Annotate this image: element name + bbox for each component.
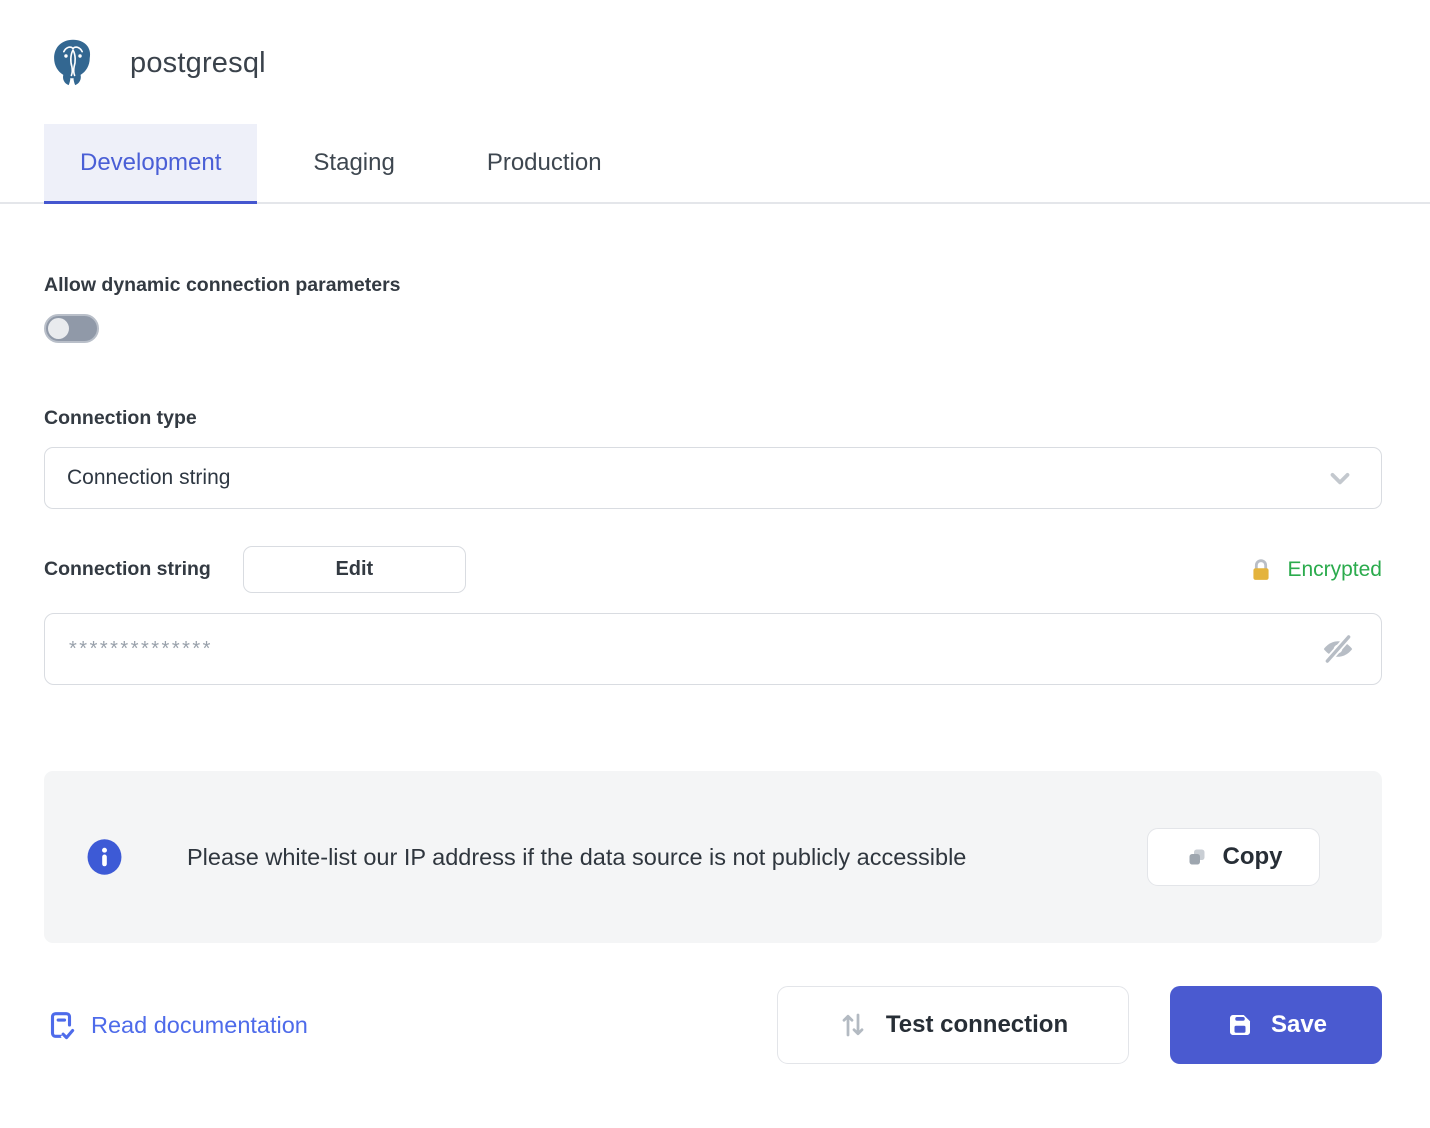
test-connection-label: Test connection [886, 1011, 1068, 1039]
dynamic-params-toggle[interactable] [44, 314, 99, 343]
arrows-up-down-icon [838, 1010, 868, 1040]
encrypted-badge: Encrypted [1247, 556, 1382, 584]
page-title: postgresql [130, 47, 266, 80]
tab-development[interactable]: Development [44, 124, 257, 204]
read-documentation-label: Read documentation [91, 1012, 308, 1039]
masked-value: ************** [69, 638, 213, 661]
floppy-disk-icon [1225, 1010, 1255, 1040]
copy-ip-button[interactable]: Copy [1147, 828, 1320, 886]
dynamic-params-label: Allow dynamic connection parameters [44, 274, 1382, 297]
save-button-label: Save [1271, 1011, 1327, 1039]
eye-slash-icon [1319, 632, 1357, 666]
chevron-down-icon [1325, 463, 1355, 493]
connection-string-row: Connection string Edit Encrypted [44, 546, 1382, 593]
footer-actions: Read documentation Test connection Save [44, 986, 1382, 1064]
save-button[interactable]: Save [1170, 986, 1382, 1064]
postgresql-logo-icon [46, 36, 100, 90]
dynamic-params-section: Allow dynamic connection parameters [44, 274, 1382, 343]
info-icon [86, 838, 123, 876]
environment-tabs: Development Staging Production [0, 124, 1430, 204]
ip-whitelist-banner: Please white-list our IP address if the … [44, 771, 1382, 943]
header: postgresql [0, 0, 1430, 90]
connection-string-field[interactable]: ************** [44, 613, 1382, 685]
copy-icon [1185, 845, 1209, 869]
tab-staging[interactable]: Staging [277, 124, 430, 204]
read-documentation-link[interactable]: Read documentation [44, 1008, 308, 1042]
encrypted-label: Encrypted [1287, 558, 1382, 582]
toggle-knob [48, 318, 69, 339]
tab-production[interactable]: Production [451, 124, 638, 204]
connection-type-select[interactable]: Connection string [44, 447, 1382, 509]
lock-icon [1247, 556, 1275, 584]
connection-type-value: Connection string [67, 466, 230, 490]
connection-type-section: Connection type Connection string [44, 407, 1382, 509]
toggle-visibility-button[interactable] [1319, 632, 1357, 666]
connection-type-label: Connection type [44, 407, 1382, 430]
connection-string-label: Connection string [44, 558, 211, 581]
test-connection-button[interactable]: Test connection [777, 986, 1129, 1064]
edit-button[interactable]: Edit [243, 546, 466, 593]
copy-button-label: Copy [1223, 843, 1283, 871]
document-check-icon [44, 1008, 78, 1042]
ip-whitelist-message: Please white-list our IP address if the … [187, 837, 966, 877]
